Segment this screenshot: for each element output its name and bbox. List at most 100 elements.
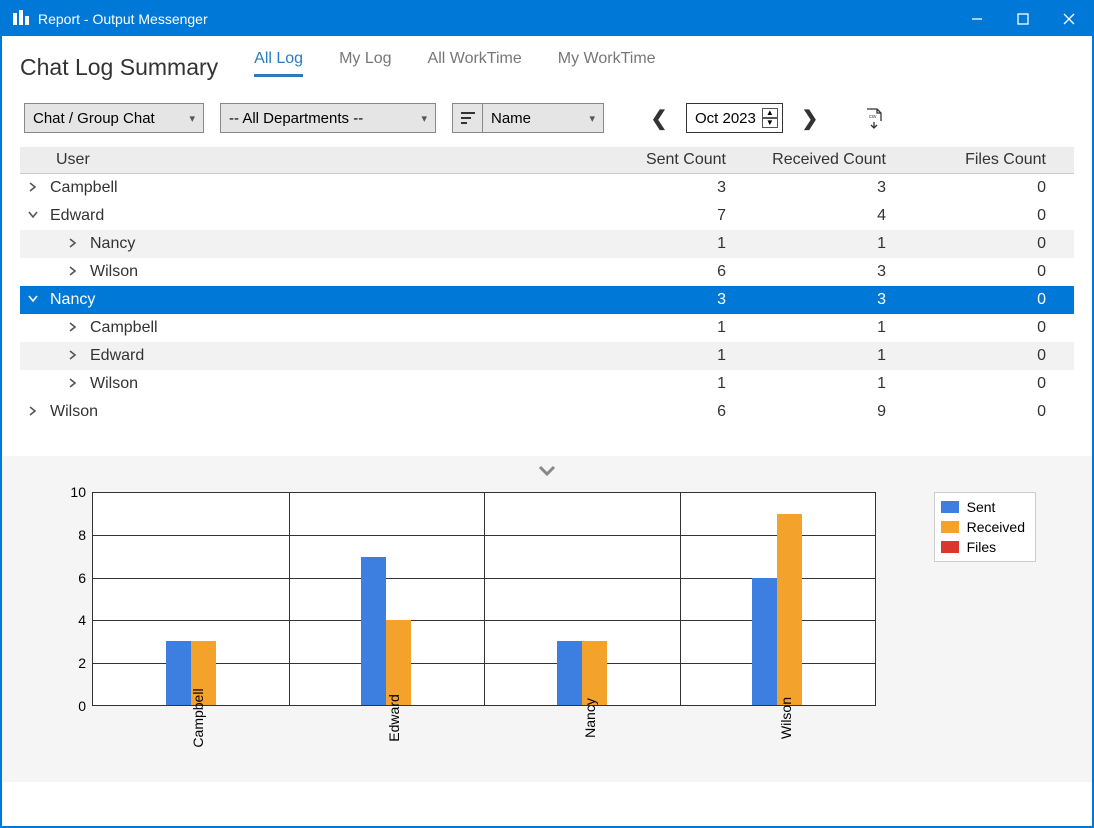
- tab-all-log[interactable]: All Log: [254, 50, 303, 77]
- table-row[interactable]: Nancy330: [20, 286, 1074, 314]
- table-row[interactable]: Campbell330: [20, 174, 1074, 202]
- chevron-right-icon[interactable]: [60, 236, 86, 252]
- chevron-down-icon[interactable]: [20, 292, 46, 308]
- user-cell: Wilson: [46, 403, 584, 421]
- chevron-down-icon: ▾: [589, 112, 595, 125]
- col-sent[interactable]: Sent Count: [584, 151, 744, 169]
- cell-sent: 1: [584, 347, 744, 365]
- sort-field-dropdown[interactable]: Name ▾: [482, 103, 604, 133]
- report-grid: User Sent Count Received Count Files Cou…: [20, 147, 1074, 426]
- maximize-button[interactable]: [1000, 2, 1046, 36]
- bar-recv: [386, 620, 411, 705]
- chart-panel: Sent Received Files 0246810 CampbellEdwa…: [2, 456, 1092, 782]
- y-tick: 0: [64, 698, 86, 714]
- x-tick: Campbell: [190, 688, 206, 747]
- cell-files: 0: [904, 375, 1064, 393]
- bar-sent: [361, 557, 386, 705]
- chevron-down-icon: ▾: [421, 112, 427, 125]
- x-tick: Edward: [386, 694, 402, 741]
- y-tick: 2: [64, 655, 86, 671]
- user-cell: Campbell: [86, 319, 584, 337]
- bar-sent: [557, 641, 582, 705]
- chevron-right-icon[interactable]: [20, 404, 46, 420]
- y-tick: 6: [64, 570, 86, 586]
- chevron-right-icon[interactable]: [20, 180, 46, 196]
- user-cell: Wilson: [86, 263, 584, 281]
- chevron-down-icon: ▾: [189, 112, 195, 125]
- col-user[interactable]: User: [20, 151, 584, 169]
- user-cell: Nancy: [46, 291, 584, 309]
- cell-recv: 3: [744, 263, 904, 281]
- table-row[interactable]: Campbell110: [20, 314, 1074, 342]
- collapse-chart-button[interactable]: [2, 462, 1092, 486]
- table-row[interactable]: Wilson630: [20, 258, 1074, 286]
- chat-type-dropdown[interactable]: Chat / Group Chat ▾: [24, 103, 204, 133]
- cell-sent: 1: [584, 375, 744, 393]
- cell-recv: 3: [744, 179, 904, 197]
- bar-recv: [777, 514, 802, 705]
- y-tick: 8: [64, 527, 86, 543]
- chevron-down-icon[interactable]: [20, 208, 46, 224]
- cell-sent: 3: [584, 291, 744, 309]
- cell-files: 0: [904, 207, 1064, 225]
- table-row[interactable]: Edward740: [20, 202, 1074, 230]
- table-row[interactable]: Wilson690: [20, 398, 1074, 426]
- cell-files: 0: [904, 235, 1064, 253]
- svg-text:csv: csv: [869, 114, 877, 120]
- page-title: Chat Log Summary: [20, 54, 218, 81]
- cell-files: 0: [904, 291, 1064, 309]
- legend-swatch-sent: [941, 501, 959, 513]
- minimize-button[interactable]: [954, 2, 1000, 36]
- legend-label-received: Received: [967, 517, 1025, 537]
- chevron-right-icon[interactable]: [60, 348, 86, 364]
- chat-type-value: Chat / Group Chat: [33, 110, 189, 127]
- col-received[interactable]: Received Count: [744, 151, 904, 169]
- prev-month-button[interactable]: ❮: [648, 107, 670, 129]
- legend-swatch-received: [941, 521, 959, 533]
- user-cell: Edward: [86, 347, 584, 365]
- table-row[interactable]: Nancy110: [20, 230, 1074, 258]
- month-spinner[interactable]: ▲▼: [762, 108, 778, 128]
- sort-group: Name ▾: [452, 103, 604, 133]
- chevron-right-icon[interactable]: [60, 320, 86, 336]
- table-row[interactable]: Wilson110: [20, 370, 1074, 398]
- table-row[interactable]: Edward110: [20, 342, 1074, 370]
- export-csv-button[interactable]: csv: [861, 105, 887, 131]
- cell-sent: 6: [584, 263, 744, 281]
- user-cell: Campbell: [46, 179, 584, 197]
- cell-recv: 9: [744, 403, 904, 421]
- grid-header: User Sent Count Received Count Files Cou…: [20, 147, 1074, 174]
- user-cell: Wilson: [86, 375, 584, 393]
- x-tick: Wilson: [778, 697, 794, 739]
- cell-sent: 6: [584, 403, 744, 421]
- user-cell: Nancy: [86, 235, 584, 253]
- department-dropdown[interactable]: -- All Departments -- ▾: [220, 103, 436, 133]
- tab-all-worktime[interactable]: All WorkTime: [428, 50, 522, 77]
- bar-recv: [582, 641, 607, 705]
- cell-recv: 1: [744, 319, 904, 337]
- cell-sent: 1: [584, 319, 744, 337]
- tab-my-worktime[interactable]: My WorkTime: [558, 50, 656, 77]
- cell-files: 0: [904, 319, 1064, 337]
- legend-label-files: Files: [967, 537, 997, 557]
- cell-recv: 1: [744, 347, 904, 365]
- bar-sent: [752, 578, 777, 705]
- chevron-right-icon[interactable]: [60, 376, 86, 392]
- close-button[interactable]: [1046, 2, 1092, 36]
- y-tick: 4: [64, 612, 86, 628]
- chevron-right-icon[interactable]: [60, 264, 86, 280]
- tab-my-log[interactable]: My Log: [339, 50, 391, 77]
- sort-icon[interactable]: [452, 103, 482, 133]
- sort-field-value: Name: [491, 110, 589, 127]
- col-files[interactable]: Files Count: [904, 151, 1064, 169]
- chart-legend: Sent Received Files: [934, 492, 1036, 562]
- header: Chat Log Summary All Log My Log All WorkTi…: [2, 36, 1092, 81]
- next-month-button[interactable]: ❯: [799, 107, 821, 129]
- legend-swatch-files: [941, 541, 959, 553]
- cell-recv: 3: [744, 291, 904, 309]
- cell-recv: 1: [744, 375, 904, 393]
- month-picker[interactable]: Oct 2023 ▲▼: [686, 103, 783, 133]
- chart-plot: [92, 492, 876, 706]
- cell-files: 0: [904, 347, 1064, 365]
- cell-sent: 7: [584, 207, 744, 225]
